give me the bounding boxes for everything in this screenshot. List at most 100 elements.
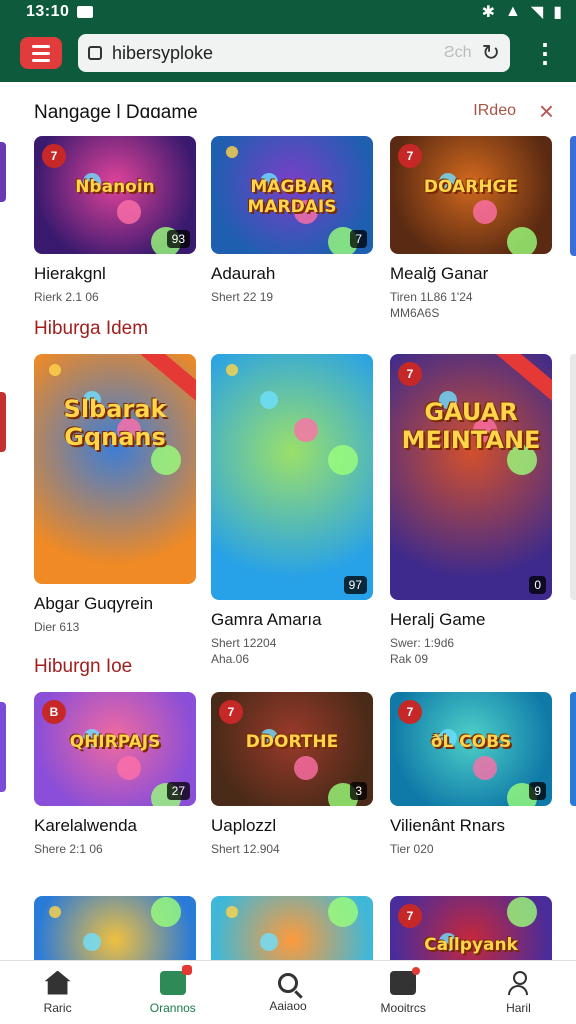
more-options-icon[interactable]: ⋮ [532, 40, 558, 66]
game-logo-text: QHIRPAJS [69, 732, 161, 752]
status-bar: 13:10 ✱ ▲ ◥ ▮ [0, 0, 576, 24]
art-bubble [117, 200, 141, 224]
game-meta: Shert 12.904 [211, 842, 280, 856]
game-title[interactable]: Abgar Guqyrein [34, 594, 196, 614]
app-bar: hibersyploke Ƨch ↻ ⋮ [0, 24, 576, 82]
game-title[interactable]: Karelalwenda [34, 816, 196, 836]
art-bubble [328, 445, 358, 475]
game-title[interactable]: Heralj Game [390, 610, 552, 630]
menu-button[interactable] [20, 37, 62, 69]
game-logo-text: Nbanoin [75, 177, 155, 197]
edge-card-right [570, 692, 576, 806]
nav-label: Haril [506, 1000, 531, 1015]
art-bubble [473, 200, 497, 224]
vibrate-icon: ✱ [481, 4, 496, 21]
game-card[interactable]: QHIRPAJS B 27 Karelalwenda Shere 2:1 06 [34, 692, 196, 856]
nav-label: Raric [43, 1000, 72, 1015]
game-thumbnail[interactable]: MAGBAR MARDAIS 7 [211, 136, 373, 254]
lock-icon [88, 46, 102, 60]
url-text[interactable]: hibersyploke [112, 43, 444, 64]
game-card[interactable]: DOARHGE 7 Mealğ Ganar Tiren 1L86 1'24 MM6A6S [390, 136, 552, 320]
game-thumbnail[interactable] [211, 896, 373, 960]
game-thumbnail[interactable]: GAUAR MEINTANE 7 0 [390, 354, 552, 600]
signal-icon: ▲ [505, 3, 521, 20]
art-bubble [83, 933, 101, 951]
game-badge: 7 [219, 700, 243, 724]
menu-icon [32, 44, 50, 48]
game-card[interactable]: MAGBAR MARDAIS 7 Adaurah Shert 22 19 [211, 136, 373, 304]
game-title[interactable]: Uaplozzl [211, 816, 373, 836]
game-card[interactable]: Callpyank 7 [390, 896, 552, 960]
header-action-link[interactable]: IRdeo [473, 102, 516, 120]
game-thumbnail[interactable] [34, 896, 196, 960]
game-badge: 7 [398, 144, 422, 168]
game-count-badge: 9 [529, 782, 546, 800]
game-title[interactable]: Hierakgnl [34, 264, 196, 284]
game-thumbnail[interactable]: Nbanoin 7 93 [34, 136, 196, 254]
user-icon [508, 970, 529, 995]
game-count-badge: 27 [166, 782, 190, 800]
game-artwork [211, 354, 373, 600]
game-meta: Dier 613 [34, 620, 80, 634]
home-icon [44, 970, 71, 995]
close-icon[interactable]: × [539, 96, 554, 127]
game-thumbnail[interactable]: ðL COBS 7 9 [390, 692, 552, 806]
edge-card-right [570, 354, 576, 600]
game-thumbnail[interactable]: DOARHGE 7 [390, 136, 552, 254]
nav-search[interactable]: Aaiaoo [230, 961, 345, 1024]
edge-card-left [0, 142, 6, 202]
game-meta: Rierk 2.1 06 [34, 290, 99, 304]
game-title[interactable]: Vilienânt Rnars [390, 816, 552, 836]
game-thumbnail[interactable]: Callpyank 7 [390, 896, 552, 960]
game-card[interactable] [34, 896, 196, 960]
art-bubble [117, 756, 141, 780]
game-thumbnail[interactable]: 97 [211, 354, 373, 600]
game-title[interactable]: Mealğ Ganar [390, 264, 552, 284]
nav-store[interactable]: Mooitrcs [346, 961, 461, 1024]
status-time: 13:10 [26, 3, 70, 20]
game-thumbnail[interactable]: Slbarak Gqnans [34, 354, 196, 584]
art-bubble [507, 227, 537, 254]
address-hint: Ƨch [443, 44, 472, 61]
art-bubble [507, 897, 537, 927]
game-meta: Shert 22 19 [211, 290, 274, 304]
game-title[interactable]: Gamra Amarıa [211, 610, 373, 630]
art-bubble [226, 364, 238, 376]
game-meta: Shert 12204 [211, 636, 277, 650]
reload-icon[interactable]: ↻ [482, 40, 500, 66]
game-card[interactable]: Nbanoin 7 93 Hierakgnl Rierk 2.1 06 [34, 136, 196, 304]
bottom-navigation: Raric Orannos Aaiaoo Mooitrcs Haril [0, 960, 576, 1024]
game-card[interactable]: ðL COBS 7 9 Vilienânt Rnars Tier 020 [390, 692, 552, 856]
art-bubble [226, 906, 238, 918]
game-count-badge: 0 [529, 576, 546, 594]
section-title-3: Hiburgn Ioe [34, 656, 133, 677]
game-logo-text: GAUAR MEINTANE [401, 398, 541, 454]
nav-profile[interactable]: Haril [461, 961, 576, 1024]
game-meta-secondary: MM6A6S [390, 306, 440, 320]
game-card[interactable] [211, 896, 373, 960]
bag-icon [390, 966, 421, 995]
game-card[interactable]: GAUAR MEINTANE 7 0 Heralj Game Swer: 1:9d6 Ra… [390, 354, 552, 666]
art-bubble [260, 933, 278, 951]
game-meta: Swer: 1:9d6 [390, 636, 455, 650]
address-bar[interactable]: hibersyploke Ƨch ↻ [78, 34, 510, 72]
nav-home[interactable]: Raric [0, 961, 115, 1024]
games-icon [159, 964, 192, 995]
status-icons: ✱ ▲ ◥ ▮ [482, 2, 562, 22]
game-badge: B [42, 700, 66, 724]
game-title[interactable]: Adaurah [211, 264, 373, 284]
art-bubble [49, 906, 61, 918]
wifi-icon: ◥ [530, 4, 544, 21]
game-thumbnail[interactable]: DDORTHE 7 3 [211, 692, 373, 806]
game-card[interactable]: DDORTHE 7 3 Uaplozzl Shert 12.904 [211, 692, 373, 856]
game-card[interactable]: Slbarak Gqnans Abgar Guqyrein Dier 613 [34, 354, 196, 634]
game-count-badge: 97 [343, 576, 367, 594]
game-badge: 7 [398, 362, 422, 386]
art-bubble [151, 897, 181, 927]
main-content[interactable]: Nangage l Dɑɑame IRdeo × Hiburga Idem Hi… [0, 82, 576, 960]
edge-card-right [570, 136, 576, 256]
game-card[interactable]: 97 Gamra Amarıa Shert 12204 Aha.06 [211, 354, 373, 666]
game-logo-text: DDORTHE [245, 732, 339, 752]
nav-games[interactable]: Orannos [115, 961, 230, 1024]
game-thumbnail[interactable]: QHIRPAJS B 27 [34, 692, 196, 806]
